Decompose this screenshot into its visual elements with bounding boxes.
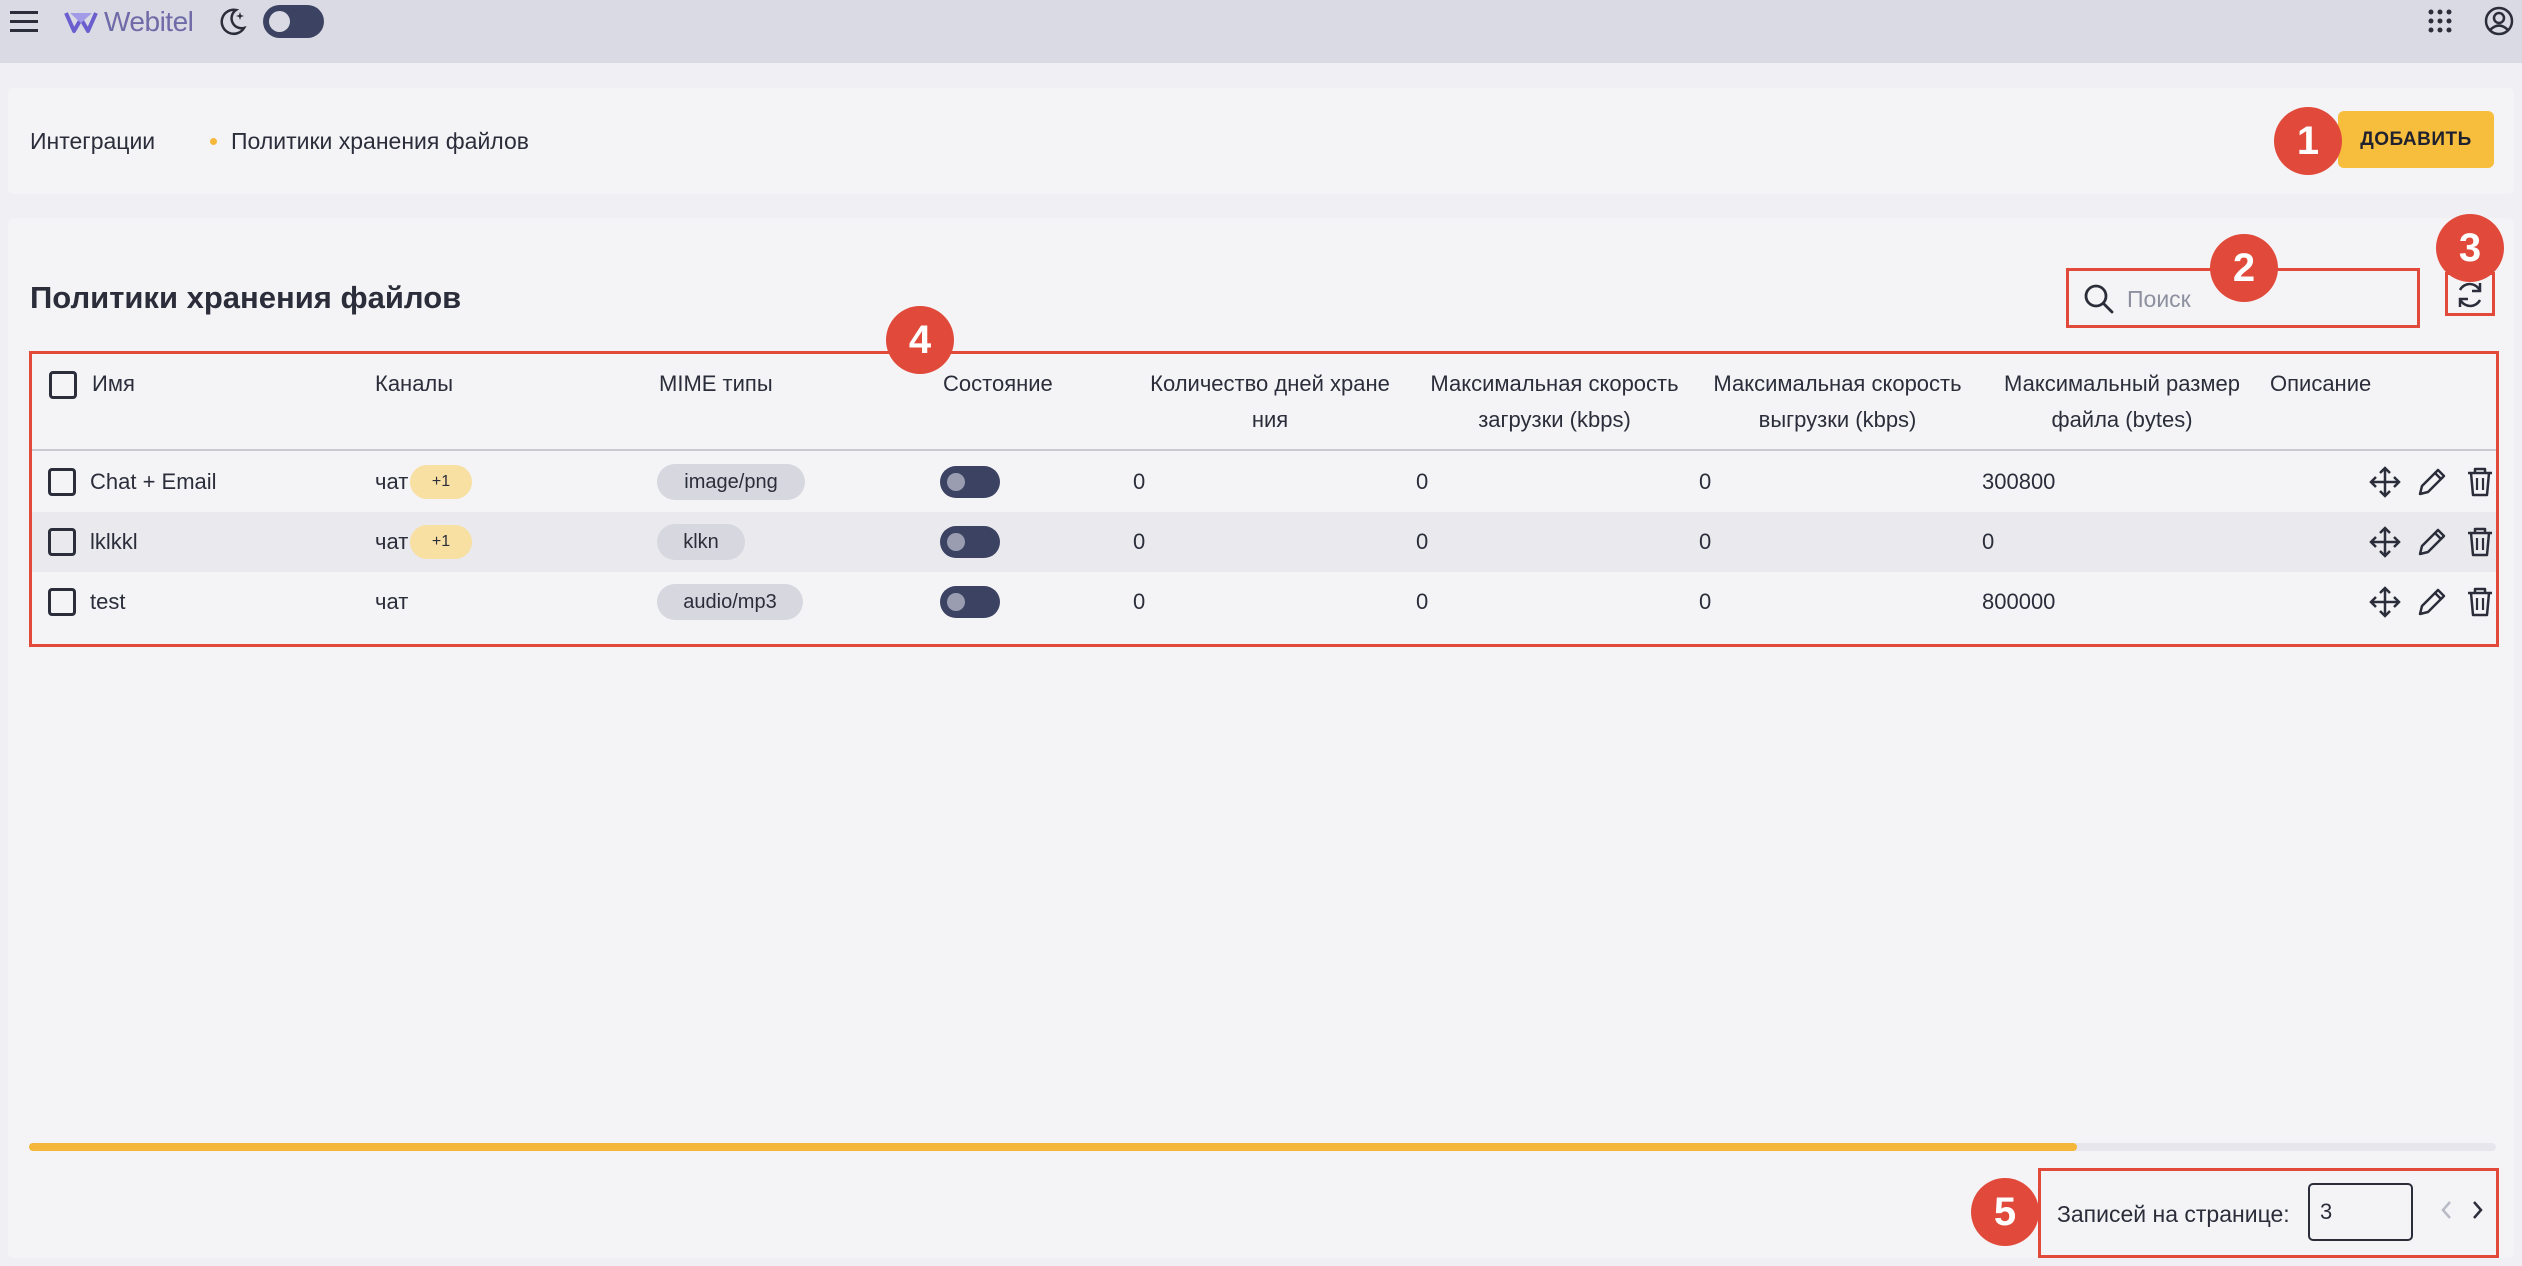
column-header-mime[interactable]: MIME типы	[659, 366, 773, 402]
cell-max-upload: 0	[1416, 469, 1429, 494]
chevron-right-icon[interactable]	[2463, 1196, 2491, 1224]
column-header-state[interactable]: Состояние	[943, 366, 1053, 402]
per-page-label: Записей на странице:	[2057, 1201, 2290, 1227]
edit-icon[interactable]	[2415, 525, 2449, 559]
cell-max-download: 0	[1699, 589, 1712, 614]
state-toggle[interactable]	[940, 466, 1000, 498]
callout-marker: 4	[886, 306, 954, 374]
cell-max-download: 0	[1699, 529, 1712, 554]
page-title: Политики хранения файлов	[30, 280, 462, 315]
cell-retention-days: 0	[1133, 589, 1146, 614]
theme-toggle[interactable]	[263, 5, 324, 38]
cell-name: lklkkl	[90, 529, 138, 554]
cell-channel: чат	[375, 529, 409, 554]
column-header-name[interactable]: Имя	[92, 366, 135, 402]
column-header-max-size-line1: Максимальный размер	[2004, 371, 2240, 396]
webitel-logo-icon	[64, 12, 98, 33]
state-toggle-knob	[947, 533, 965, 551]
cell-max-size: 800000	[1982, 589, 2056, 614]
logo-text: Webitel	[104, 6, 194, 37]
state-toggle[interactable]	[940, 526, 1000, 558]
column-header-max-upload[interactable]: Максимальная скорость загрузки (kbps)	[1417, 366, 1692, 438]
cell-name: Chat + Email	[90, 469, 217, 494]
mime-chip: audio/mp3	[657, 584, 803, 620]
column-header-max-download-line1: Максимальная скорость	[1713, 371, 1962, 396]
delete-icon[interactable]	[2463, 465, 2497, 499]
edit-icon[interactable]	[2415, 465, 2449, 499]
breadcrumb-current: Политики хранения файлов	[231, 128, 529, 154]
cell-retention-days: 0	[1133, 529, 1146, 554]
column-header-max-download-line2: выгрузки (kbps)	[1758, 407, 1917, 432]
column-header-description[interactable]: Описание	[2270, 366, 2371, 402]
state-toggle-knob	[947, 473, 965, 491]
pagination: Записей на странице:	[2038, 1168, 2499, 1258]
delete-icon[interactable]	[2463, 525, 2497, 559]
per-page-input[interactable]	[2308, 1183, 2413, 1241]
edit-icon[interactable]	[2415, 585, 2449, 619]
callout-marker: 5	[1971, 1178, 2039, 1246]
move-icon[interactable]	[2368, 525, 2402, 559]
state-toggle[interactable]	[940, 586, 1000, 618]
cell-max-size: 300800	[1982, 469, 2056, 494]
breadcrumb-separator	[210, 138, 217, 145]
chevron-left-icon[interactable]	[2433, 1196, 2461, 1224]
table-row[interactable]: test чат audio/mp3 0 0 0 800000	[32, 572, 2496, 632]
mime-chip: image/png	[657, 464, 805, 500]
column-header-max-size-line2: файла (bytes)	[2051, 407, 2193, 432]
column-header-max-download[interactable]: Максимальная скорость выгрузки (kbps)	[1700, 366, 1975, 438]
logo[interactable]: Webitel	[64, 4, 194, 40]
cell-max-size: 0	[1982, 529, 1995, 554]
menu-icon[interactable]	[8, 8, 40, 36]
column-header-channels[interactable]: Каналы	[375, 366, 453, 402]
channel-extra-badge: +1	[410, 525, 472, 559]
column-header-retention-days[interactable]: Количество дней хране ния	[1135, 366, 1405, 438]
select-all-checkbox[interactable]	[49, 371, 77, 399]
callout-marker: 3	[2436, 214, 2504, 282]
column-header-max-upload-line2: загрузки (kbps)	[1478, 407, 1631, 432]
cell-channel: чат	[375, 469, 409, 494]
scrollbar-thumb[interactable]	[29, 1143, 2077, 1151]
top-bar: Webitel	[0, 0, 2522, 63]
column-header-max-upload-line1: Максимальная скорость	[1430, 371, 1679, 396]
row-checkbox[interactable]	[48, 588, 76, 616]
callout-marker: 1	[2274, 107, 2342, 175]
theme-toggle-knob	[269, 11, 290, 32]
callout-marker: 2	[2210, 234, 2278, 302]
delete-icon[interactable]	[2463, 585, 2497, 619]
cell-retention-days: 0	[1133, 469, 1146, 494]
column-header-retention-days-line1: Количество дней хране	[1150, 371, 1390, 396]
cell-name: test	[90, 589, 126, 614]
apps-grid-icon[interactable]	[2427, 8, 2453, 34]
header-divider	[32, 449, 2496, 451]
horizontal-scrollbar[interactable]	[29, 1143, 2496, 1151]
cell-max-upload: 0	[1416, 529, 1429, 554]
channel-extra-badge: +1	[410, 465, 472, 499]
policies-table: Имя Каналы MIME типы Состояние Количеств…	[29, 351, 2499, 647]
search-icon	[2084, 284, 2114, 314]
row-checkbox[interactable]	[48, 528, 76, 556]
add-button[interactable]: ДОБАВИТЬ	[2338, 111, 2494, 168]
row-checkbox[interactable]	[48, 468, 76, 496]
move-icon[interactable]	[2368, 585, 2402, 619]
move-icon[interactable]	[2368, 465, 2402, 499]
table-row[interactable]: lklkkl чат +1 klkn 0 0 0 0	[32, 512, 2496, 572]
state-toggle-knob	[947, 593, 965, 611]
table-row[interactable]: Chat + Email чат +1 image/png 0 0 0 3008…	[32, 452, 2496, 512]
header-card: Интеграции Политики хранения файлов	[8, 88, 2514, 194]
refresh-icon	[2458, 282, 2482, 308]
moon-icon	[220, 8, 247, 35]
column-header-max-size[interactable]: Максимальный размер файла (bytes)	[1987, 366, 2257, 438]
mime-chip: klkn	[657, 524, 745, 560]
column-header-retention-days-line2: ния	[1251, 407, 1289, 432]
cell-max-download: 0	[1699, 469, 1712, 494]
cell-channel: чат	[375, 589, 409, 614]
breadcrumb-integrations[interactable]: Интеграции	[30, 128, 155, 155]
account-icon[interactable]	[2484, 6, 2514, 36]
cell-max-upload: 0	[1416, 589, 1429, 614]
